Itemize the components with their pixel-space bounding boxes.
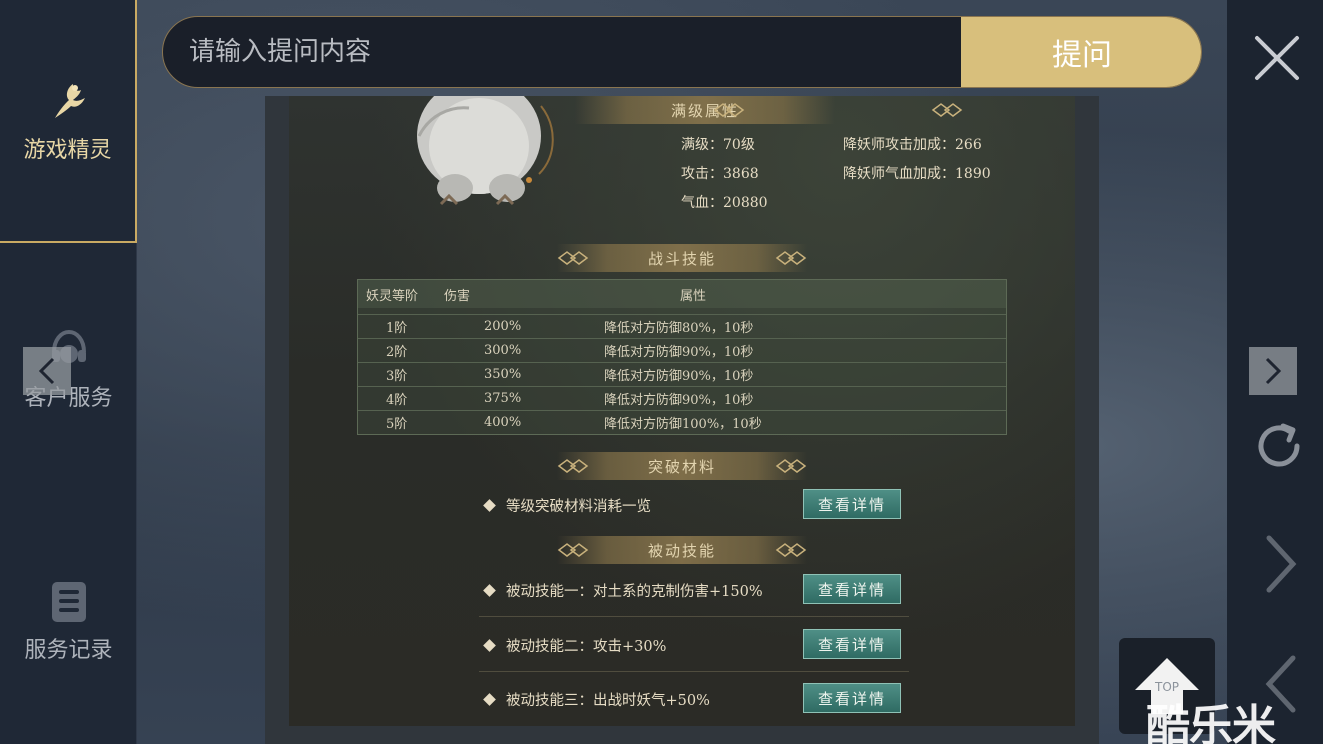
column-header: 伤害: [444, 288, 471, 304]
table-cell: 375%: [484, 391, 522, 406]
next-page-button[interactable]: [1249, 347, 1297, 395]
list-item: 被动技能三：出战时妖气+50%: [483, 689, 710, 710]
section-header-passive-skill: 被动技能: [557, 536, 807, 564]
list-item: 被动技能一：对土系的克制伤害+150%: [483, 580, 763, 601]
table-cell: 400%: [484, 415, 522, 430]
diamond-bullet-icon: [483, 499, 496, 512]
section-header-battle-skill: 战斗技能: [557, 244, 807, 272]
ornament-icon: [775, 459, 807, 473]
refresh-icon[interactable]: [1251, 418, 1307, 474]
section-title: 突破材料: [647, 457, 716, 476]
close-icon[interactable]: [1253, 34, 1301, 82]
spirit-illustration: [417, 96, 554, 206]
ornament-icon: [557, 543, 589, 557]
question-input[interactable]: [163, 17, 961, 87]
stat-hp: 气血：20880: [681, 195, 768, 211]
sidebar-item-label: 游戏精灵: [23, 138, 112, 163]
content-panel: 满级属性 满级：70级 攻击：3868 气血：20880 降妖师攻击加成：266…: [289, 96, 1075, 726]
list-item-text: 被动技能一：对土系的克制伤害+150%: [506, 584, 763, 600]
table-cell: 降低对方防御90%，10秒: [604, 393, 754, 408]
table-row: 4阶 375% 降低对方防御90%，10秒: [358, 386, 1006, 410]
stat-attack: 攻击：3868: [681, 166, 759, 182]
section-header-max-level: 满级属性: [575, 96, 835, 124]
ask-button[interactable]: 提问: [961, 17, 1201, 87]
table-header-row: 妖灵等阶 伤害 属性: [358, 280, 1006, 308]
diamond-bullet-icon: [483, 693, 496, 706]
section-header-breakthrough: 突破材料: [557, 452, 807, 480]
view-details-button[interactable]: 查看详情: [803, 574, 901, 604]
ornament-icon: [775, 543, 807, 557]
ornament-icon: [557, 459, 589, 473]
divider: [479, 671, 909, 672]
list-item-text: 被动技能二：攻击+30%: [506, 639, 667, 655]
column-header: 属性: [680, 288, 707, 304]
table-cell: 降低对方防御90%，10秒: [604, 345, 754, 360]
chevron-right-icon: [1265, 357, 1282, 385]
ornament-icon: [713, 103, 745, 117]
prev-page-button[interactable]: [23, 347, 71, 395]
site-watermark: 酷乐米: [1146, 701, 1276, 744]
list-item-text: 被动技能三：出战时妖气+50%: [506, 693, 710, 709]
stat-tamer-hp-bonus: 降妖师气血加成：1890: [843, 166, 991, 182]
table-row: 5阶 400% 降低对方防御100%，10秒: [358, 410, 1006, 434]
stat-tamer-attack-bonus: 降妖师攻击加成：266: [843, 137, 982, 153]
sidebar-item-label: 服务记录: [24, 638, 113, 663]
table-cell: 5阶: [386, 417, 408, 432]
fairy-icon: [54, 84, 85, 118]
stat-max-level: 满级：70级: [681, 137, 755, 153]
list-icon: [51, 582, 86, 622]
section-title: 战斗技能: [647, 249, 716, 268]
list-item: 等级突破材料消耗一览: [483, 495, 651, 516]
table-cell: 降低对方防御100%，10秒: [604, 417, 762, 432]
column-header: 妖灵等阶: [366, 288, 419, 304]
sidebar-item-game-fairy[interactable]: 游戏精灵: [0, 0, 137, 243]
ornament-icon: [775, 251, 807, 265]
table-cell: 降低对方防御80%，10秒: [604, 321, 754, 336]
ornament-icon: [931, 103, 963, 117]
table-cell: 300%: [484, 343, 522, 358]
battle-skill-table: 妖灵等阶 伤害 属性 1阶 200% 降低对方防御80%，10秒 2阶 300%…: [357, 279, 1007, 435]
section-title: 被动技能: [647, 541, 716, 560]
diamond-bullet-icon: [483, 639, 496, 652]
sidebar-item-service-record[interactable]: 服务记录: [0, 578, 137, 678]
table-row: 3阶 350% 降低对方防御90%，10秒: [358, 362, 1006, 386]
view-details-button[interactable]: 查看详情: [803, 489, 901, 519]
chevron-left-icon: [38, 357, 55, 385]
search-bar: 提问: [162, 16, 1202, 88]
view-details-button[interactable]: 查看详情: [803, 629, 901, 659]
ornament-icon: [557, 251, 589, 265]
list-item-text: 等级突破材料消耗一览: [506, 499, 651, 515]
table-cell: 4阶: [386, 393, 408, 408]
forward-icon[interactable]: [1261, 534, 1301, 594]
table-cell: 200%: [484, 319, 522, 334]
table-cell: 1阶: [386, 321, 408, 336]
table-cell: 350%: [484, 367, 522, 382]
view-details-button[interactable]: 查看详情: [803, 683, 901, 713]
table-cell: 2阶: [386, 345, 408, 360]
diamond-bullet-icon: [483, 584, 496, 597]
table-cell: 降低对方防御90%，10秒: [604, 369, 754, 384]
table-row: 2阶 300% 降低对方防御90%，10秒: [358, 338, 1006, 362]
table-row: 1阶 200% 降低对方防御80%，10秒: [358, 314, 1006, 338]
divider: [479, 616, 909, 617]
list-item: 被动技能二：攻击+30%: [483, 635, 667, 656]
table-cell: 3阶: [386, 369, 408, 384]
